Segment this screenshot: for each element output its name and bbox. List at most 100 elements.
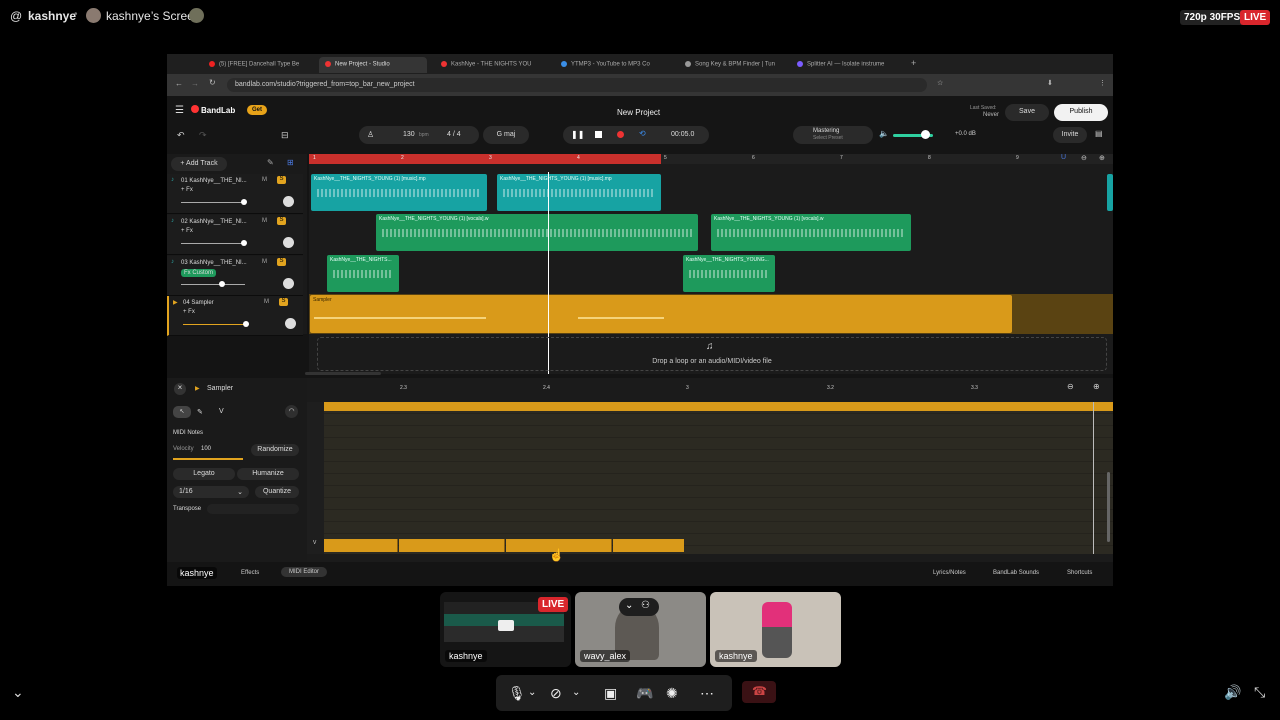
- participant-tile[interactable]: ⌄ ⚇ wavy_alex: [575, 592, 706, 667]
- publish-button[interactable]: Publish: [1054, 104, 1108, 121]
- track-name[interactable]: 04 Sampler: [183, 300, 214, 306]
- pan-knob[interactable]: [283, 196, 294, 207]
- lyrics-notes-tab[interactable]: Lyrics/Notes: [933, 570, 966, 576]
- new-tab-icon[interactable]: +: [911, 58, 916, 68]
- velocity-slider[interactable]: [173, 458, 243, 460]
- horizontal-scrollbar[interactable]: [305, 372, 381, 375]
- audio-clip[interactable]: KashNye__THE_NIGHTS_YOUNG (1) [music].mp: [311, 174, 487, 211]
- mastering-button[interactable]: Mastering Select Preset: [793, 126, 873, 144]
- piano-roll-grid[interactable]: [324, 402, 1113, 554]
- exit-fullscreen-icon[interactable]: ⤡: [1254, 684, 1265, 701]
- chevron-down-icon[interactable]: ⌄: [625, 600, 633, 611]
- close-editor-icon[interactable]: ×: [174, 383, 186, 395]
- forward-icon[interactable]: →: [191, 79, 199, 88]
- pan-knob[interactable]: [283, 237, 294, 248]
- volume-icon[interactable]: 🔊: [1224, 684, 1241, 701]
- reload-icon[interactable]: ↻: [209, 78, 216, 87]
- add-fx-button[interactable]: + Fx: [181, 228, 193, 234]
- browser-tab[interactable]: (5) [FREE] Dancehall Type Be: [203, 57, 311, 73]
- tool-icon[interactable]: ✎: [267, 158, 274, 167]
- audio-clip[interactable]: KashNye__THE_NIGHTS...: [327, 255, 399, 292]
- track-name[interactable]: 01 KashNye__THE_NI...: [181, 178, 247, 184]
- humanize-button[interactable]: Humanize: [237, 468, 299, 480]
- volume-knob[interactable]: [241, 199, 247, 205]
- browser-tab[interactable]: Song Key & BPM Finder | Tun: [679, 57, 787, 73]
- browser-tab[interactable]: KashNye - THE NIGHTS YOU: [435, 57, 543, 73]
- track-volume-slider[interactable]: [181, 243, 245, 244]
- zoom-in-icon[interactable]: ⊕: [1099, 154, 1105, 162]
- soundboard-icon[interactable]: ✺: [666, 685, 678, 702]
- back-icon[interactable]: ←: [175, 79, 183, 88]
- mute-button[interactable]: M: [262, 218, 267, 224]
- redo-icon[interactable]: ↷: [199, 130, 207, 141]
- snap-icon[interactable]: ⊞: [287, 158, 294, 167]
- record-icon[interactable]: [617, 131, 624, 138]
- share-screen-icon[interactable]: ▣: [604, 685, 617, 702]
- mute-button[interactable]: M: [262, 259, 267, 265]
- fx-custom-button[interactable]: Fx Custom: [181, 269, 217, 277]
- channel-name[interactable]: kashnye: [28, 9, 76, 23]
- browser-tab[interactable]: YTMP3 - YouTube to MP3 Co: [555, 57, 663, 73]
- participant-tile[interactable]: kashnye: [710, 592, 841, 667]
- solo-button[interactable]: S: [279, 298, 288, 306]
- microphone-icon[interactable]: 🎙: [508, 685, 526, 702]
- effects-tab[interactable]: Effects: [241, 570, 259, 576]
- zoom-in-icon[interactable]: ⊕: [1093, 382, 1100, 391]
- track-volume-slider[interactable]: [181, 284, 245, 285]
- editor-ruler[interactable]: 2.3 2.4 3 3.2 3.3 ⊖ ⊕: [307, 378, 1113, 402]
- volume-knob[interactable]: [243, 321, 249, 327]
- browser-tab[interactable]: New Project - Studio: [319, 57, 427, 73]
- export-icon[interactable]: ⊟: [281, 130, 289, 141]
- menu-dots-icon[interactable]: ⋮: [1099, 79, 1106, 87]
- drop-zone[interactable]: ♫ Drop a loop or an audio/MIDI/video fil…: [317, 337, 1107, 371]
- url-input[interactable]: bandlab.com/studio?triggered_from=top_ba…: [227, 78, 927, 92]
- disconnect-button[interactable]: ☎: [742, 681, 776, 703]
- zoom-out-icon[interactable]: ⊖: [1081, 154, 1087, 162]
- add-fx-button[interactable]: + Fx: [181, 187, 193, 193]
- camera-off-icon[interactable]: ⊘: [550, 685, 562, 702]
- get-membership-button[interactable]: Get: [247, 105, 268, 115]
- chevron-down-icon[interactable]: ⌄: [12, 684, 24, 701]
- loop-icon[interactable]: ⟲: [639, 129, 646, 138]
- track-row[interactable]: ♪ 03 KashNye__THE_NI... Fx Custom M S: [167, 256, 303, 296]
- solo-button[interactable]: S: [277, 258, 286, 266]
- velocity-lane[interactable]: [324, 402, 1113, 411]
- activities-icon[interactable]: 🎮: [636, 685, 653, 702]
- project-title[interactable]: New Project: [617, 108, 660, 117]
- chat-icon[interactable]: ▤: [1095, 129, 1103, 138]
- track-name[interactable]: 02 KashNye__THE_NI...: [181, 219, 247, 225]
- add-track-button[interactable]: + Add Track: [171, 157, 227, 171]
- more-options-icon[interactable]: ⋯: [700, 685, 714, 702]
- audio-clip[interactable]: [1107, 174, 1113, 211]
- solo-button[interactable]: S: [277, 217, 286, 225]
- solo-button[interactable]: S: [277, 176, 286, 184]
- midi-note[interactable]: [613, 539, 684, 552]
- add-fx-button[interactable]: + Fx: [183, 309, 195, 315]
- pan-knob[interactable]: [283, 278, 294, 289]
- invite-button[interactable]: Invite: [1053, 127, 1087, 143]
- metronome-icon[interactable]: ♙: [367, 130, 374, 139]
- bookmark-star-icon[interactable]: ☆: [937, 79, 943, 87]
- ruler[interactable]: 1 2 3 4 5 6 7 8 9 U ⊖ ⊕: [309, 154, 1113, 164]
- stream-options[interactable]: ⌄ ⚇: [619, 598, 659, 616]
- pause-icon[interactable]: ❚❚: [571, 130, 584, 139]
- piano-keys[interactable]: V: [307, 402, 324, 554]
- track-volume-slider[interactable]: [181, 202, 245, 203]
- vertical-scrollbar[interactable]: [1107, 472, 1110, 542]
- track-name[interactable]: 03 KashNye__THE_NI...: [181, 260, 247, 266]
- download-icon[interactable]: ⬇: [1047, 79, 1053, 87]
- audio-clip[interactable]: KashNye__THE_NIGHTS_YOUNG (1) [music].mp: [497, 174, 661, 211]
- zoom-out-icon[interactable]: ⊖: [1067, 382, 1074, 391]
- midi-note[interactable]: [399, 539, 505, 552]
- hamburger-menu-icon[interactable]: ☰: [175, 105, 184, 116]
- select-tool-icon[interactable]: ↖: [173, 406, 191, 418]
- shortcuts-tab[interactable]: Shortcuts: [1067, 570, 1092, 576]
- speaker-icon[interactable]: 🔈: [879, 129, 889, 138]
- volume-knob[interactable]: [921, 130, 930, 139]
- volume-knob[interactable]: [219, 281, 225, 287]
- midi-clip[interactable]: Sampler: [310, 295, 1012, 333]
- stop-icon[interactable]: [595, 131, 602, 138]
- mute-button[interactable]: M: [262, 177, 267, 183]
- undo-icon[interactable]: ↶: [177, 130, 185, 141]
- audio-clip[interactable]: KashNye__THE_NIGHTS_YOUNG (1) [vocals].w: [376, 214, 698, 251]
